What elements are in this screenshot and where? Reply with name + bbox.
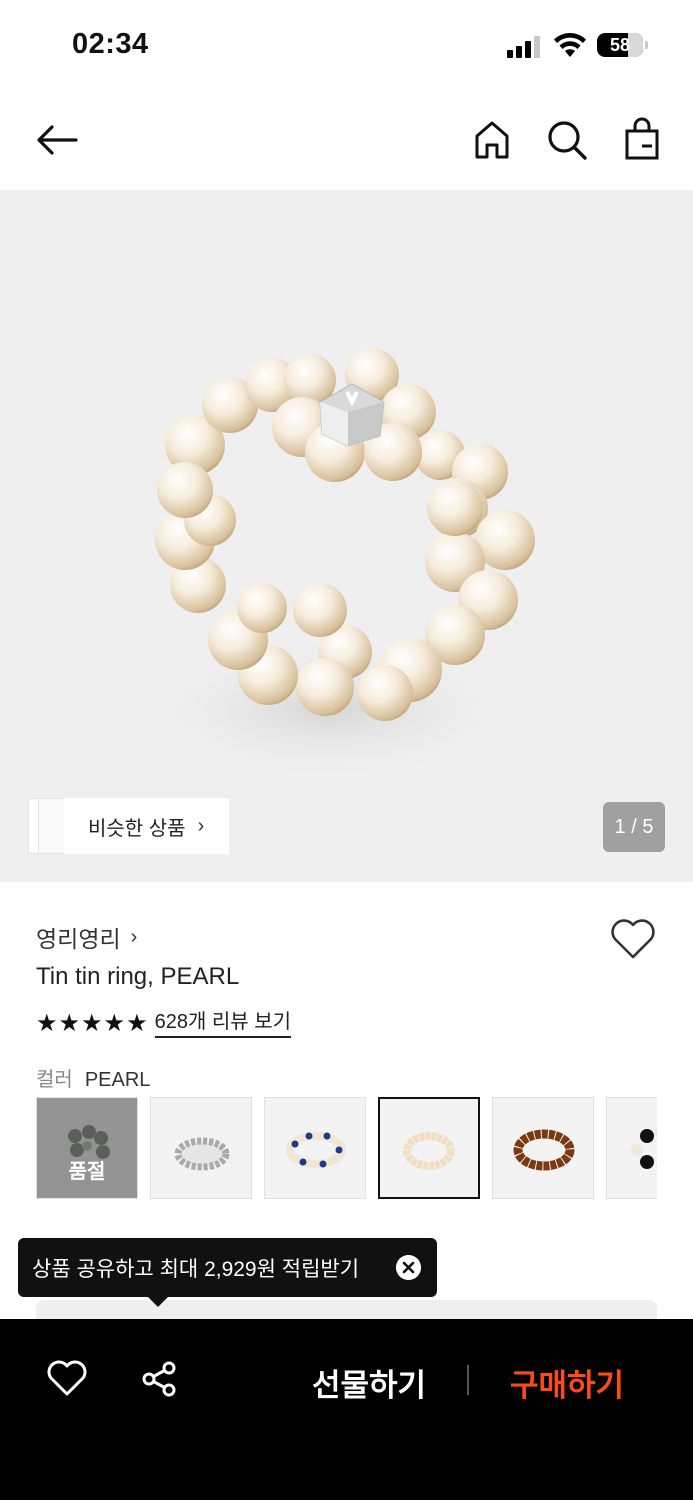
buy-button[interactable]: 구매하기 xyxy=(510,1360,624,1405)
swatch-silver[interactable] xyxy=(150,1097,252,1199)
brand-link[interactable]: 영리영리 › xyxy=(36,920,137,954)
color-label: 컬러 xyxy=(36,1069,73,1091)
brand-name: 영리영리 xyxy=(36,926,121,952)
similar-products-label: 비슷한 상품 xyxy=(88,817,186,840)
star-icon: ★ xyxy=(126,1010,148,1037)
close-icon[interactable] xyxy=(396,1255,421,1280)
status-time: 02:34 xyxy=(72,28,149,60)
home-icon[interactable] xyxy=(468,116,516,164)
swatch-olive[interactable]: 품절 xyxy=(36,1097,138,1199)
status-bar: 02:34 58 xyxy=(0,0,693,92)
swatch-pearl[interactable] xyxy=(378,1097,480,1199)
product-image-carousel[interactable]: 비슷한 상품 › 1 / 5 xyxy=(0,190,693,882)
bottom-action-bar: 선물하기 구매하기 xyxy=(0,1319,693,1500)
tooltip-text: 상품 공유하고 최대 2,929원 적립받기 xyxy=(32,1257,360,1281)
swatch-black-white[interactable] xyxy=(606,1097,657,1199)
chevron-right-icon: › xyxy=(130,925,138,948)
gift-button[interactable]: 선물하기 xyxy=(312,1360,426,1405)
swatch-amber[interactable] xyxy=(492,1097,594,1199)
star-rating: ★ ★ ★ ★ ★ xyxy=(36,1010,149,1038)
star-icon: ★ xyxy=(58,1010,81,1037)
wifi-icon xyxy=(554,33,586,57)
battery-level: 58 xyxy=(609,35,631,55)
share-icon[interactable] xyxy=(139,1359,179,1399)
share-reward-tooltip: 상품 공유하고 최대 2,929원 적립받기 xyxy=(18,1238,437,1297)
shopping-bag-icon[interactable] xyxy=(618,116,666,164)
product-name: Tin tin ring, PEARL xyxy=(36,963,240,990)
rating-row: ★ ★ ★ ★ ★ 628개 리뷰 보기 xyxy=(36,1010,292,1038)
chevron-right-icon: › xyxy=(197,814,205,837)
signal-icon xyxy=(507,36,541,58)
color-value: PEARL xyxy=(84,1069,151,1091)
arrow-left-icon[interactable] xyxy=(32,116,80,164)
heart-icon[interactable] xyxy=(47,1359,87,1399)
swatch-blue-white[interactable] xyxy=(264,1097,366,1199)
pearl-ring-image xyxy=(130,348,535,780)
star-icon: ★ xyxy=(103,1010,126,1037)
star-icon: ★ xyxy=(81,1010,103,1037)
star-icon: ★ xyxy=(36,1010,58,1037)
color-swatches: 품절 xyxy=(36,1097,657,1200)
heart-icon[interactable] xyxy=(610,918,656,960)
color-option-row: 컬러 PEARL xyxy=(36,1063,150,1092)
search-icon[interactable] xyxy=(543,116,591,164)
similar-thumbs xyxy=(28,798,68,854)
battery-icon: 58 xyxy=(597,33,643,57)
nav-bar xyxy=(0,100,693,180)
page-counter: 1 / 5 xyxy=(603,802,665,852)
reviews-link[interactable]: 628개 리뷰 보기 xyxy=(154,1010,292,1038)
divider xyxy=(467,1365,469,1395)
sold-out-overlay: 품절 xyxy=(37,1098,137,1198)
similar-products-button[interactable]: 비슷한 상품 › xyxy=(64,798,229,854)
